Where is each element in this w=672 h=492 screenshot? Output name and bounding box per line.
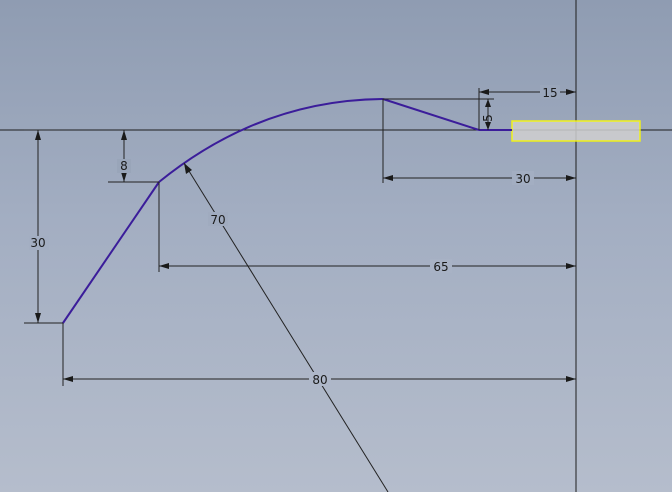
profile-line-left[interactable] [62,181,160,324]
dimension-30-horizontal-label: 30 [515,172,530,186]
dimension-8-label: 8 [120,159,128,173]
dimension-8[interactable]: 8 [108,130,159,183]
dimension-30-vertical-label: 30 [30,236,45,250]
selected-rectangle[interactable] [511,120,641,142]
sketch-canvas[interactable]: 15 5 30 8 70 30 65 80 [0,0,672,492]
dimension-15-label: 15 [542,86,557,100]
dimension-65[interactable]: 65 [158,182,576,274]
dimension-70-label: 70 [210,213,225,227]
dimension-5-label: 5 [481,114,495,122]
dimension-65-label: 65 [433,260,448,274]
dimension-30-vertical[interactable]: 30 [24,129,63,324]
dimension-80-label: 80 [312,373,327,387]
profile-line-right[interactable] [382,98,480,131]
dimension-80[interactable]: 80 [62,323,576,387]
profile-arc[interactable] [158,98,384,183]
sketch-svg[interactable]: 15 5 30 8 70 30 65 80 [0,0,672,492]
dimension-70-radius[interactable]: 70 [183,162,389,492]
